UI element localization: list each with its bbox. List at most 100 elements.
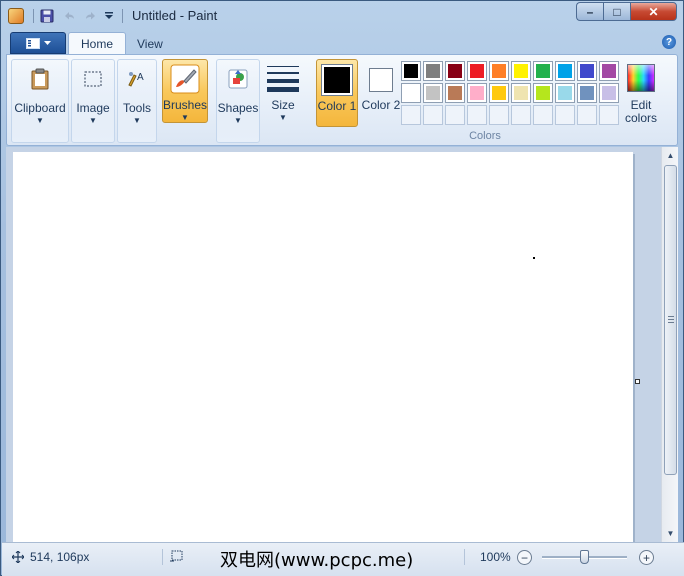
palette-color-swatch[interactable] <box>599 61 619 81</box>
line-size-icon <box>266 63 300 93</box>
clipboard-button[interactable]: Clipboard ▼ <box>12 60 68 142</box>
palette-color-swatch[interactable] <box>445 61 465 81</box>
zoom-level: 100% <box>480 550 511 564</box>
palette-empty-slot[interactable] <box>511 105 531 125</box>
chevron-down-icon: ▼ <box>181 113 189 122</box>
image-label: Image <box>76 101 110 115</box>
tools-label: Tools <box>122 101 151 115</box>
close-button[interactable]: ✕ <box>630 2 677 21</box>
palette-color-swatch[interactable] <box>423 61 443 81</box>
color1-swatch <box>321 64 353 96</box>
palette-empty-slot[interactable] <box>401 105 421 125</box>
help-icon[interactable]: ? <box>662 35 676 49</box>
menu-icon <box>25 37 40 49</box>
chevron-down-icon: ▼ <box>36 116 44 125</box>
palette-color-swatch[interactable] <box>599 83 619 103</box>
clipboard-label: Clipboard <box>14 101 66 115</box>
palette-color-swatch[interactable] <box>577 61 597 81</box>
palette-empty-slot[interactable] <box>445 105 465 125</box>
redo-icon[interactable] <box>82 7 100 25</box>
palette-color-swatch[interactable] <box>511 83 531 103</box>
scroll-up-arrow-icon[interactable]: ▲ <box>662 147 679 164</box>
clipboard-group: Clipboard ▼ <box>11 59 69 143</box>
size-button[interactable]: Size ▼ <box>263 59 303 141</box>
palette-empty-slot[interactable] <box>599 105 619 125</box>
scrollbar-thumb[interactable] <box>664 165 677 475</box>
color2-label: Color 2 <box>361 98 401 112</box>
color2-swatch <box>369 68 393 92</box>
tools-icon: A <box>122 64 152 94</box>
palette-color-swatch[interactable] <box>555 61 575 81</box>
quick-access-toolbar <box>7 7 127 25</box>
shapes-group: Shapes ▼ <box>216 59 260 143</box>
palette-color-swatch[interactable] <box>555 83 575 103</box>
color-palette <box>401 61 619 125</box>
edit-colors-button[interactable]: Edit colors <box>621 59 661 127</box>
edit-colors-label: Edit colors <box>624 98 657 125</box>
palette-color-swatch[interactable] <box>467 61 487 81</box>
clipboard-icon <box>25 64 55 94</box>
palette-empty-slot[interactable] <box>555 105 575 125</box>
watermark-text: 双电网(www.pcpc.me) <box>220 550 414 571</box>
customize-dropdown-icon[interactable] <box>104 7 114 25</box>
window-title: Untitled - Paint <box>132 8 218 23</box>
ribbon-tabs: Home View ? <box>6 31 678 55</box>
size-label: Size <box>271 98 295 112</box>
zoom-slider-thumb[interactable] <box>580 550 589 564</box>
palette-empty-slot[interactable] <box>577 105 597 125</box>
minimize-button[interactable]: – <box>576 2 603 21</box>
maximize-button[interactable]: □ <box>603 2 630 21</box>
tools-group: A Tools ▼ <box>117 59 157 143</box>
paint-window: Untitled - Paint – □ ✕ Home View ? Clipb… <box>0 0 684 576</box>
palette-color-swatch[interactable] <box>489 61 509 81</box>
app-icon[interactable] <box>7 7 25 25</box>
scroll-down-arrow-icon[interactable]: ▼ <box>662 525 679 542</box>
zoom-slider[interactable] <box>542 550 627 564</box>
zoom-out-icon[interactable]: − <box>517 550 532 565</box>
palette-color-swatch[interactable] <box>533 83 553 103</box>
chevron-down-icon: ▼ <box>133 116 141 125</box>
color2-button[interactable]: Color 2 <box>361 59 401 127</box>
palette-color-swatch[interactable] <box>467 83 487 103</box>
palette-empty-slot[interactable] <box>467 105 487 125</box>
shapes-button[interactable]: Shapes ▼ <box>217 60 259 142</box>
palette-color-swatch[interactable] <box>533 61 553 81</box>
undo-icon[interactable] <box>60 7 78 25</box>
zoom-in-icon[interactable]: + <box>639 550 654 565</box>
palette-color-swatch[interactable] <box>423 83 443 103</box>
title-bar[interactable]: Untitled - Paint – □ ✕ <box>1 1 683 31</box>
drawing-canvas[interactable] <box>13 152 633 542</box>
tab-home[interactable]: Home <box>68 32 127 55</box>
vertical-scrollbar[interactable]: ▲ ▼ <box>661 147 678 542</box>
image-group: Image ▼ <box>71 59 115 143</box>
color1-label: Color 1 <box>317 99 357 113</box>
canvas-resize-handle[interactable] <box>635 379 640 384</box>
drawn-dot <box>533 257 535 259</box>
chevron-down-icon: ▼ <box>89 116 97 125</box>
tab-view[interactable]: View <box>125 32 175 55</box>
palette-empty-slot[interactable] <box>489 105 509 125</box>
palette-color-swatch[interactable] <box>577 83 597 103</box>
chevron-down-icon <box>43 40 51 45</box>
palette-color-swatch[interactable] <box>401 83 421 103</box>
cursor-position-icon <box>12 551 24 563</box>
selection-size-icon <box>170 550 183 562</box>
palette-color-swatch[interactable] <box>445 83 465 103</box>
edit-colors-icon <box>626 63 656 93</box>
chevron-down-icon: ▼ <box>279 113 287 122</box>
palette-color-swatch[interactable] <box>511 61 531 81</box>
palette-empty-slot[interactable] <box>423 105 443 125</box>
shapes-icon <box>223 64 253 94</box>
save-icon[interactable] <box>38 7 56 25</box>
grip-icon <box>668 316 674 323</box>
tools-button[interactable]: A Tools ▼ <box>118 60 156 142</box>
cursor-position: 514, 106px <box>30 550 90 564</box>
brushes-button[interactable]: Brushes ▼ <box>162 59 208 123</box>
palette-color-swatch[interactable] <box>489 83 509 103</box>
image-button[interactable]: Image ▼ <box>72 60 114 142</box>
palette-empty-slot[interactable] <box>533 105 553 125</box>
select-icon <box>78 64 108 94</box>
palette-color-swatch[interactable] <box>401 61 421 81</box>
paint-menu-button[interactable] <box>10 32 66 54</box>
color1-button[interactable]: Color 1 <box>316 59 358 127</box>
